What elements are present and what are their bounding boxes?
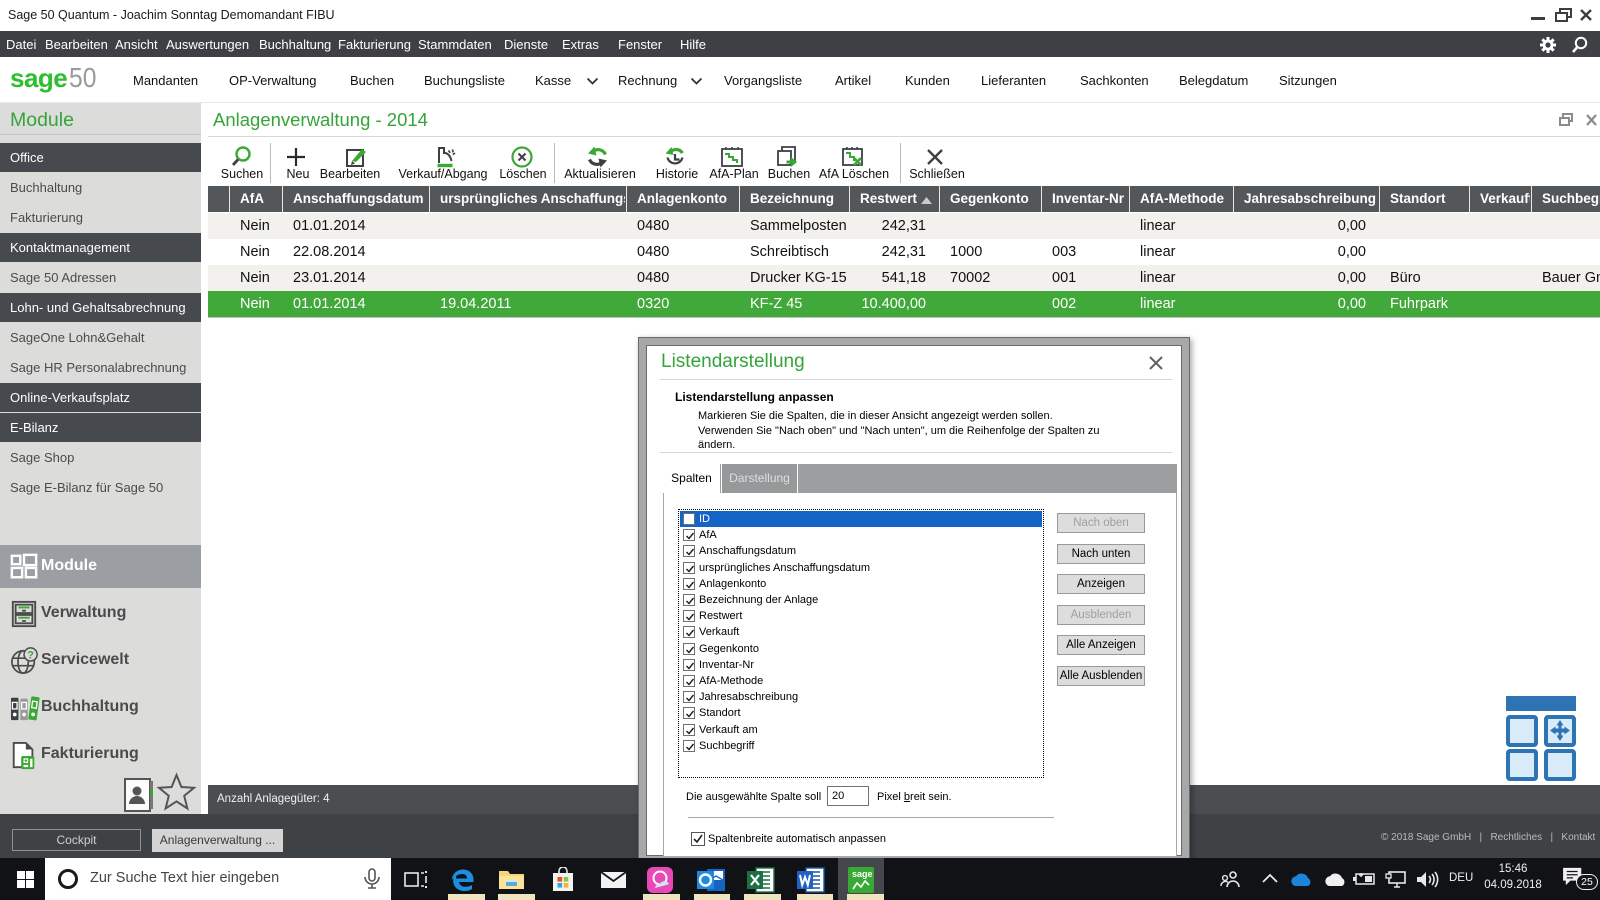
svg-text:?: ? (27, 650, 34, 662)
